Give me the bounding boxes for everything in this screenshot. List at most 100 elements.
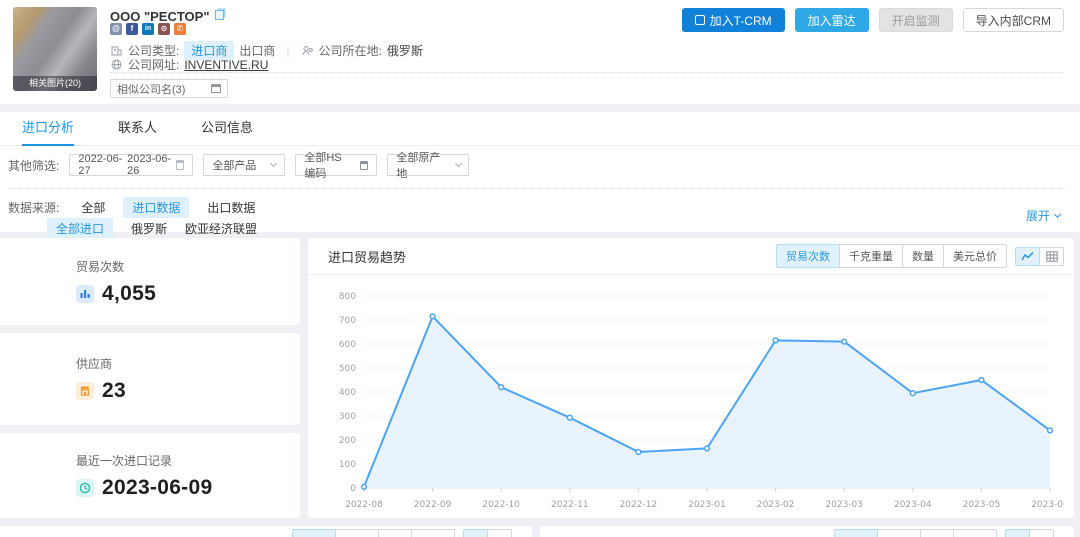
expand-link[interactable]: 展开	[1026, 207, 1060, 224]
svg-text:2022-08: 2022-08	[345, 500, 383, 510]
view-toggle-group	[1005, 529, 1054, 537]
chevron-down-icon	[270, 160, 277, 167]
linkedin-icon[interactable]: in	[142, 23, 154, 35]
metric-trade-count-button[interactable]	[834, 529, 878, 537]
hs-code-select[interactable]: 全部HS编码	[295, 154, 377, 176]
similar-companies-button[interactable]: 相似公司名(3)	[110, 79, 228, 98]
tcrm-icon	[695, 15, 705, 25]
related-images-label[interactable]: 相关图片(20)	[13, 76, 97, 91]
window-icon	[360, 161, 368, 170]
people-icon	[301, 44, 314, 57]
copy-icon[interactable]	[215, 10, 224, 20]
svg-text:2023-02: 2023-02	[757, 500, 795, 510]
svg-text:700: 700	[339, 316, 356, 326]
other-filters-label: 其他筛选:	[8, 157, 59, 174]
website-label: 公司网址:	[128, 56, 179, 73]
source-import-data[interactable]: 进口数据	[123, 197, 189, 218]
svg-text:2023-04: 2023-04	[894, 500, 932, 510]
tab-company-info[interactable]: 公司信息	[201, 112, 253, 146]
shop-icon	[76, 382, 94, 400]
bottom-right-card	[540, 526, 1074, 537]
table-view-button[interactable]	[1039, 247, 1064, 266]
website-link[interactable]: INVENTIVE.RU	[184, 58, 268, 72]
metric-toggle-group: 贸易次数 千克重量 数量 美元总价	[776, 244, 1007, 268]
metric-toggle-group	[834, 529, 997, 537]
svg-text:2023-03: 2023-03	[825, 500, 863, 510]
phone-icon[interactable]: ✆	[174, 23, 186, 35]
tab-bar: 进口分析 联系人 公司信息	[0, 112, 1080, 146]
table-view-button[interactable]	[487, 529, 512, 537]
product-select-value: 全部产品	[212, 157, 256, 173]
metric-trade-count-button[interactable]: 贸易次数	[776, 244, 840, 268]
product-select[interactable]: 全部产品	[203, 154, 285, 176]
facebook-icon[interactable]: f	[126, 23, 138, 35]
svg-text:0: 0	[350, 484, 356, 494]
line-chart-view-button[interactable]	[1015, 247, 1040, 266]
stat-label: 最近一次进口记录	[76, 452, 300, 469]
dotted-divider	[8, 188, 1066, 189]
email-at-icon[interactable]: @	[110, 23, 122, 35]
divider: |	[286, 44, 289, 58]
metric-quantity-button[interactable]: 数量	[902, 244, 944, 268]
svg-text:2022-10: 2022-10	[482, 500, 520, 510]
metric-usd-button[interactable]	[411, 529, 455, 537]
metric-quantity-button[interactable]	[920, 529, 954, 537]
import-crm-button[interactable]: 导入内部CRM	[963, 8, 1064, 32]
svg-text:400: 400	[339, 388, 356, 398]
tab-import-analysis[interactable]: 进口分析	[22, 112, 74, 146]
metric-usd-button[interactable]: 美元总价	[943, 244, 1007, 268]
view-toggle-group	[463, 529, 512, 537]
pie-chart-view-button[interactable]	[1005, 529, 1030, 537]
date-range-picker[interactable]: 2022-06-27 2023-06-26	[69, 154, 193, 176]
stat-value: 2023-06-09	[102, 476, 212, 500]
tab-contacts[interactable]: 联系人	[118, 112, 157, 146]
add-tcrm-button[interactable]: 加入T-CRM	[682, 8, 785, 32]
source-export-data[interactable]: 出口数据	[207, 199, 255, 216]
social-links: @ f in ⊙ ✆	[110, 23, 186, 35]
svg-text:100: 100	[339, 460, 356, 470]
stat-label: 贸易次数	[76, 258, 300, 275]
sub-russia[interactable]: 俄罗斯	[131, 220, 167, 237]
chart-title: 进口贸易趋势	[328, 247, 406, 266]
sub-all-import[interactable]: 全部进口	[47, 218, 113, 239]
origin-value: 全部原产地	[396, 149, 447, 181]
add-radar-button[interactable]: 加入雷达	[795, 8, 869, 32]
pie-chart-view-button[interactable]	[463, 529, 488, 537]
company-photo[interactable]: 相关图片(20)	[13, 7, 97, 91]
window-icon	[211, 84, 221, 93]
metric-weight-button[interactable]	[335, 529, 379, 537]
svg-text:600: 600	[339, 340, 356, 350]
metric-quantity-button[interactable]	[378, 529, 412, 537]
sub-eaeu[interactable]: 欧亚经济联盟	[185, 220, 257, 237]
company-header: 相关图片(20) OOO "PECTOP" @ f in ⊙ ✆ 公司类型: 进…	[0, 0, 1080, 104]
table-view-button[interactable]	[1029, 529, 1054, 537]
chevron-down-icon	[1054, 211, 1061, 218]
add-tcrm-label: 加入T-CRM	[710, 12, 772, 29]
view-toggle-group	[1015, 247, 1064, 266]
svg-text:200: 200	[339, 436, 356, 446]
import-crm-label: 导入内部CRM	[976, 12, 1051, 29]
svg-text:500: 500	[339, 364, 356, 374]
date-start: 2022-06-27	[78, 153, 123, 177]
instagram-icon[interactable]: ⊙	[158, 23, 170, 35]
stat-label: 供应商	[76, 355, 300, 372]
svg-text:2022-12: 2022-12	[620, 500, 658, 510]
bottom-left-card	[0, 526, 532, 537]
metric-weight-button[interactable]	[877, 529, 921, 537]
stat-card-last-import: 最近一次进口记录 2023-06-09	[0, 433, 300, 518]
date-end: 2023-06-26	[127, 153, 172, 177]
globe-icon	[110, 58, 123, 71]
data-source-label: 数据来源:	[8, 199, 59, 216]
metric-trade-count-button[interactable]	[292, 529, 336, 537]
location-label: 公司所在地:	[319, 42, 382, 59]
metric-usd-button[interactable]	[953, 529, 997, 537]
start-monitor-button[interactable]: 开启监测	[879, 8, 953, 32]
source-all[interactable]: 全部	[81, 199, 105, 216]
svg-text:2022-11: 2022-11	[551, 500, 589, 510]
expand-label: 展开	[1026, 207, 1050, 224]
analysis-section: 进口分析 联系人 公司信息 其他筛选: 2022-06-27 2023-06-2…	[0, 112, 1080, 232]
origin-select[interactable]: 全部原产地	[387, 154, 469, 176]
metric-weight-button[interactable]: 千克重量	[839, 244, 903, 268]
chevron-down-icon	[455, 160, 462, 167]
start-monitor-label: 开启监测	[892, 12, 940, 29]
